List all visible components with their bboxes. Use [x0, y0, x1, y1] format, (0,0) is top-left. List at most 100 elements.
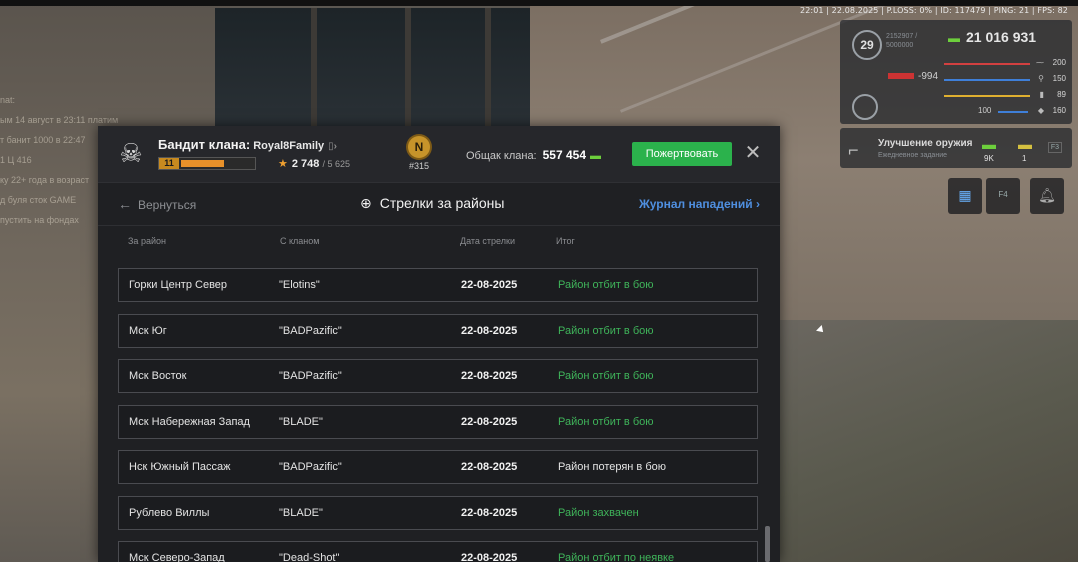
calendar-button[interactable]: ▦	[948, 178, 982, 214]
close-icon[interactable]: ✕	[744, 143, 762, 163]
scrollbar-thumb[interactable]	[765, 526, 770, 562]
turf-war-list: Горки Центр Север "Elotins" 22-08-2025 Р…	[118, 268, 758, 562]
table-row[interactable]: Рублево Виллы "BLADE" 22-08-2025 Район з…	[118, 495, 758, 530]
cell-district: Мск Северо-Запад	[129, 552, 225, 562]
cell-clan: "Elotins"	[279, 279, 320, 291]
calendar-icon: ▦	[958, 187, 972, 203]
rank-title: Бандит клана: Royal8Family ▯›	[158, 137, 337, 152]
cell-clan: "Dead-Shot"	[279, 552, 340, 562]
gun-icon: ⌐	[848, 140, 859, 160]
table-header: За район С кланом Дата стрелки Итог	[98, 226, 780, 256]
column-district: За район	[128, 236, 166, 246]
back-button[interactable]: ← Вернуться	[118, 196, 196, 212]
hotkey-icon: F4	[998, 190, 1008, 199]
stat-bar: ⚲ 150	[944, 72, 1066, 88]
cell-result: Район отбит в бою	[558, 324, 654, 337]
treasury-label: Общак клана:	[466, 150, 537, 162]
reputation: ★ 2 748 / 5 625	[278, 157, 350, 170]
skull-emblem-icon: ☠	[119, 138, 143, 168]
quest-subtitle: Ежедневное задание	[878, 152, 947, 159]
stat-value: 89	[1057, 90, 1066, 99]
stat-value: 150	[1052, 74, 1066, 83]
clan-treasury: Общак клана: 557 454 ▬	[466, 148, 601, 162]
table-row[interactable]: Мск Северо-Запад "Dead-Shot" 22-08-2025 …	[118, 541, 758, 562]
treasury-value: 557 454	[542, 148, 587, 162]
page-title-text: Стрелки за районы	[379, 195, 505, 211]
stat-bar: 100 ◆ 160	[944, 104, 1066, 120]
health-icon	[852, 94, 878, 120]
debt-bar	[888, 73, 914, 80]
notifications-button[interactable]: 🔔︎	[1030, 178, 1064, 214]
table-row[interactable]: Горки Центр Север "Elotins" 22-08-2025 Р…	[118, 268, 758, 302]
reputation-value: 2 748	[291, 158, 320, 170]
cell-district: Мск Юг	[129, 324, 167, 337]
panel-subheader: ← Вернуться ⊕ Стрелки за районы Журнал нап…	[98, 183, 780, 226]
cell-district: Рублево Виллы	[129, 506, 210, 519]
page-title: ⊕ Стрелки за районы	[360, 195, 504, 212]
cell-date: 22-08-2025	[461, 370, 518, 382]
column-result: Итог	[556, 236, 575, 246]
money-display: ▬ 21 016 931	[948, 29, 1036, 45]
cell-result: Район отбит в бою	[558, 279, 654, 291]
cell-district: Нск Южный Пассаж	[129, 461, 231, 473]
journal-label: Журнал нападений	[638, 197, 753, 211]
crosshair-icon: ⊕	[360, 195, 372, 211]
cell-date: 22-08-2025	[461, 552, 518, 562]
star-icon: ★	[278, 158, 288, 170]
cell-result: Район захвачен	[558, 506, 639, 519]
cell-district: Горки Центр Север	[129, 279, 228, 291]
heart-rate-icon: ⁓	[1036, 58, 1044, 67]
weapon-upgrade-quest[interactable]: ⌐ Улучшение оружия Ежедневное задание ▬ …	[840, 128, 1072, 168]
chat-line: д буля сток GAME	[0, 195, 77, 205]
level-badge: 29	[852, 30, 882, 60]
ammo-icon: ▮	[1039, 90, 1044, 99]
run-line	[944, 79, 1030, 81]
rank-progress-fill	[181, 160, 224, 167]
quest-reward: 9K	[984, 154, 994, 163]
cell-result: Район отбит в бою	[558, 370, 654, 382]
cell-clan: "BADPazific"	[279, 370, 342, 382]
ticket-icon: ▬	[1018, 136, 1032, 152]
arrow-left-icon: ←	[118, 196, 132, 212]
debt-value: -994	[918, 71, 939, 82]
heart-rate-line	[944, 63, 1030, 65]
debt-display: -994	[888, 71, 938, 82]
clan-rank-badge: N #315	[404, 136, 434, 171]
cell-result: Район потерян в бою	[558, 461, 666, 473]
cash-icon: ▬	[982, 136, 996, 152]
cell-date: 22-08-2025	[461, 324, 518, 337]
cell-date: 22-08-2025	[461, 461, 518, 473]
donate-button[interactable]: Пожертвовать	[632, 142, 732, 166]
cell-district: Мск Набережная Запад	[129, 415, 250, 428]
chat-line: т банит 1000 в 22:47	[0, 135, 86, 145]
status-line: 22:01 | 22.08.2025 | P.LOSS: 0% | ID: 11…	[800, 6, 1068, 15]
hotkey-button[interactable]: F4	[986, 178, 1020, 214]
rank-number: 11	[159, 158, 179, 169]
run-icon: ⚲	[1038, 74, 1044, 83]
clan-emblem-icon: N	[408, 136, 430, 158]
table-row[interactable]: Мск Юг "BADPazific" 22-08-2025 Район отб…	[118, 313, 758, 348]
chat-line: пустить на фондах	[0, 215, 79, 225]
player-hud: 29 2152907 / 5000000 ▬ 21 016 931 -994 ⁓ 2…	[840, 20, 1072, 124]
chevron-right-icon: ›	[756, 197, 760, 211]
table-row[interactable]: Нск Южный Пассаж "BADPazific" 22-08-2025…	[118, 450, 758, 484]
reputation-max: / 5 625	[322, 159, 350, 169]
chat-line: ку 22+ года в возраст	[0, 175, 90, 185]
clan-turf-war-panel: ☠ Бандит клана: Royal8Family ▯› 11 ★ 2 748 …	[98, 126, 780, 562]
quest-reward: 1	[1022, 154, 1027, 163]
attack-journal-link[interactable]: Журнал нападений ›	[639, 197, 760, 211]
background-ground	[780, 320, 1078, 562]
table-row[interactable]: Мск Набережная Запад "BLADE" 22-08-2025 …	[118, 404, 758, 439]
cell-date: 22-08-2025	[461, 279, 518, 291]
clan-name: Royal8Family	[253, 140, 325, 152]
stat-value: 200	[1052, 58, 1066, 67]
chat-line: ым 14 август в 23:11 платим	[0, 115, 119, 125]
stat-bars: ⁓ 200 ⚲ 150 ▮ 89 100 ◆ 160	[944, 56, 1066, 120]
money-value: 21 016 931	[966, 29, 1037, 45]
chat-log: nat: ым 14 август в 23:11 платим т банит…	[0, 90, 119, 230]
table-row[interactable]: Мск Восток "BADPazific" 22-08-2025 Район…	[118, 359, 758, 393]
bell-icon: 🔔︎	[1038, 187, 1056, 203]
column-clan: С кланом	[280, 236, 320, 246]
leave-clan-icon[interactable]: ▯›	[328, 141, 337, 152]
clan-position: #315	[408, 161, 430, 171]
